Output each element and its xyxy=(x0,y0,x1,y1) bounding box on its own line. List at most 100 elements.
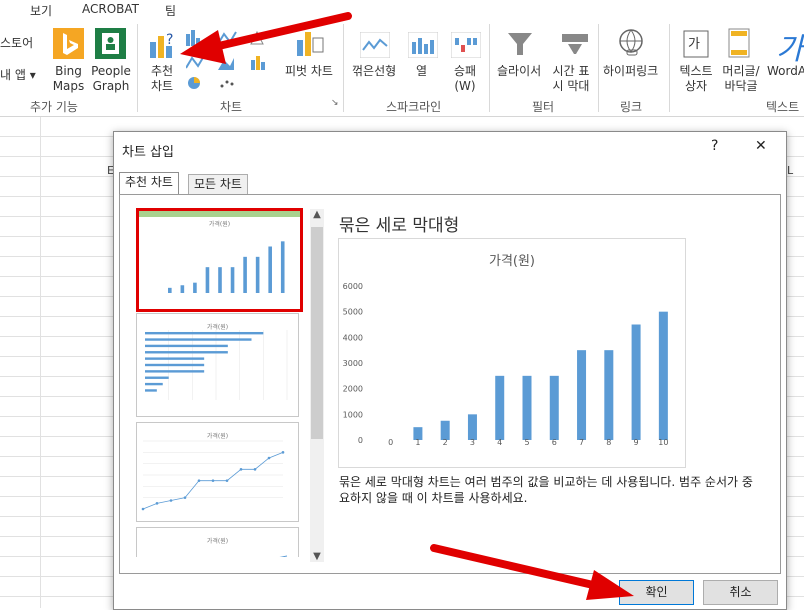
bar xyxy=(604,350,614,440)
annotation-arrow-bottom xyxy=(430,544,634,600)
thumb-bar xyxy=(168,287,172,293)
chart-description: 묶은 세로 막대형 차트는 여러 범주의 값을 비교하는 데 사용됩니다. 범주… xyxy=(339,475,753,505)
scroll-up-icon[interactable]: ▲ xyxy=(310,209,324,220)
x-tick-label: 3 xyxy=(470,438,475,447)
filters-group-label: 필터 xyxy=(532,100,555,114)
thumb-bar xyxy=(243,256,247,293)
x-tick-label: 5 xyxy=(524,438,529,447)
close-icon[interactable]: ✕ xyxy=(755,138,767,154)
thumb-bar xyxy=(145,357,205,360)
wordart-icon[interactable]: 가 xyxy=(776,24,804,68)
recommended-charts-label[interactable]: 추천 차트 xyxy=(148,64,176,94)
grid-column-line xyxy=(40,117,41,608)
links-group-label: 링크 xyxy=(620,100,643,114)
textbox-icon[interactable]: 가 xyxy=(683,30,709,58)
hyperlink-label[interactable]: 하이퍼링크 xyxy=(603,64,658,79)
thumb-marker xyxy=(239,468,243,471)
preview-chart: 가격(원) 0 1000 2000 3000 4000 5000 6000 0 1 2 3 4 5 6 7 8 9… xyxy=(338,238,686,468)
thumb-bar xyxy=(145,331,264,335)
bing-maps-label[interactable]: Bing Maps xyxy=(52,64,85,94)
scroll-down-icon[interactable]: ▼ xyxy=(310,551,324,562)
tab-all-charts[interactable]: 모든 차트 xyxy=(188,174,248,194)
bar xyxy=(658,311,668,440)
x-tick-label: 7 xyxy=(579,438,584,447)
sparkline-line-icon[interactable] xyxy=(359,31,391,59)
sparkline-line-label[interactable]: 꺾은선형 xyxy=(352,64,396,79)
thumbnail-chart xyxy=(145,330,288,400)
chart-thumbnail-list: 가격(원) 가격(원) 가격(원) 가격(원) xyxy=(130,203,306,557)
slicer-label[interactable]: 슬라이서 xyxy=(497,64,541,79)
thumb-bar xyxy=(145,351,228,354)
thumb-marker xyxy=(141,507,145,511)
x-tick-label: 0 xyxy=(388,438,393,447)
thumbnail-clustered-column[interactable]: 가격(원) xyxy=(136,208,303,312)
wordart-label[interactable]: WordArt xyxy=(767,64,804,79)
thumb-marker xyxy=(169,499,173,502)
thumb-bar xyxy=(230,267,235,293)
thumbnail-line-markers[interactable]: 가격(원) xyxy=(136,422,299,522)
addins-group-label: 추가 기능 xyxy=(30,100,78,114)
thumb-bar xyxy=(145,370,205,373)
ribbon: 스토어 내 앱 ▾ Bing Maps People Graph 추가 기능 ?… xyxy=(0,20,804,117)
thumb-marker xyxy=(281,451,285,454)
svg-text:가: 가 xyxy=(688,37,700,52)
bar xyxy=(631,324,641,440)
y-tick-label: 0 xyxy=(358,436,363,445)
thumb-marker xyxy=(225,479,229,482)
y-tick-label: 3000 xyxy=(343,359,363,368)
people-graph-icon[interactable] xyxy=(95,28,126,59)
my-apps-button[interactable]: 내 앱 ▾ xyxy=(0,68,36,83)
menu-view[interactable]: 보기 xyxy=(30,2,52,19)
x-tick-label: 1 xyxy=(415,438,420,447)
hyperlink-icon[interactable] xyxy=(617,28,645,58)
bar xyxy=(549,375,559,440)
y-tick-label: 1000 xyxy=(343,410,363,419)
preview-chart-type-title: 묶은 세로 막대형 xyxy=(339,216,460,236)
thumbnail-chart xyxy=(168,241,285,293)
bar xyxy=(467,414,477,440)
charts-group-label: 차트 xyxy=(220,100,243,114)
bing-icon[interactable] xyxy=(53,28,84,59)
thumb-marker xyxy=(155,502,159,505)
sparkline-winloss-icon[interactable] xyxy=(450,31,482,59)
preview-chart-svg: 가격(원) 0 1000 2000 3000 4000 5000 6000 0 1 2 3 4 5 6 7 8 9… xyxy=(343,254,669,447)
header-footer-icon[interactable] xyxy=(727,28,751,58)
sparkline-winloss-label[interactable]: 승패 (W) xyxy=(450,64,480,94)
slicer-icon[interactable] xyxy=(505,30,535,58)
separator xyxy=(489,24,490,112)
thumb-marker xyxy=(211,479,215,482)
menu-acrobat[interactable]: ACROBAT xyxy=(82,2,139,16)
separator xyxy=(669,24,670,112)
header-footer-label[interactable]: 머리글/ 바닥글 xyxy=(720,64,762,94)
thumb-bar xyxy=(280,241,285,293)
tab-recommended-charts[interactable]: 추천 차트 xyxy=(119,172,179,195)
thumbnail-scrollbar[interactable]: ▲ ▼ xyxy=(310,209,324,562)
thumbnail-chart xyxy=(141,440,285,511)
thumb-bar xyxy=(145,344,228,348)
cancel-button[interactable]: 취소 xyxy=(703,580,778,605)
y-tick-label: 2000 xyxy=(343,385,363,394)
thumbnail-clustered-bar[interactable]: 가격(원) xyxy=(136,313,299,417)
help-button[interactable]: ? xyxy=(711,138,718,154)
timeline-icon[interactable] xyxy=(560,30,590,58)
thumbnail-line[interactable]: 가격(원) xyxy=(136,527,299,557)
scroll-thumb[interactable] xyxy=(311,227,323,439)
thumb-marker xyxy=(197,479,201,482)
sparkline-column-icon[interactable] xyxy=(407,31,439,59)
timeline-label[interactable]: 시간 표시 막대 xyxy=(549,64,593,94)
thumb-bar xyxy=(145,376,169,379)
x-tick-label: 2 xyxy=(443,438,448,447)
people-graph-label[interactable]: People Graph xyxy=(91,64,131,94)
sparkline-column-label[interactable]: 열 xyxy=(416,64,427,79)
x-tick-label: 10 xyxy=(658,438,668,447)
separator xyxy=(598,24,599,112)
dialog-launcher-icon[interactable]: ↘ xyxy=(331,98,339,108)
thumb-marker xyxy=(267,456,271,460)
y-tick-label: 4000 xyxy=(343,333,363,342)
textbox-label[interactable]: 텍스트 상자 xyxy=(677,64,715,94)
column-header-l[interactable]: L xyxy=(787,164,793,177)
thumb-bar xyxy=(255,256,260,293)
thumb-bar xyxy=(145,363,205,367)
store-button[interactable]: 스토어 xyxy=(0,36,33,51)
dialog-title: 차트 삽입 xyxy=(122,145,174,160)
